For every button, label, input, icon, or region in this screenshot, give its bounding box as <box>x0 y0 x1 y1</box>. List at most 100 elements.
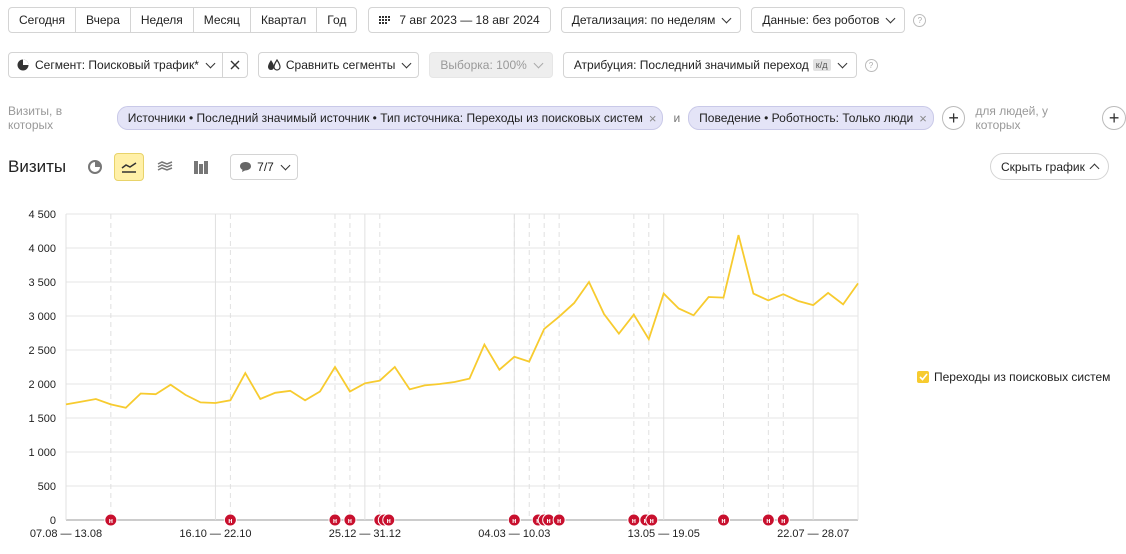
svg-text:н: н <box>557 518 561 525</box>
y-tick-label: 3 000 <box>28 311 56 323</box>
chevron-down-icon <box>837 58 847 68</box>
filter-chip-label: Поведение • Роботность: Только люди <box>699 111 914 125</box>
hide-chart-button[interactable]: Скрыть график <box>990 153 1109 180</box>
period-quarter-button[interactable]: Квартал <box>249 7 318 33</box>
detail-label: Детализация: по неделям <box>571 13 716 27</box>
svg-text:н: н <box>766 518 770 525</box>
svg-text:н: н <box>721 518 725 525</box>
y-tick-label: 2 000 <box>28 379 56 391</box>
note-marker[interactable]: н <box>717 513 731 527</box>
note-marker[interactable]: н <box>343 513 357 527</box>
svg-text:н: н <box>632 518 636 525</box>
add-filter-button[interactable]: + <box>941 106 966 130</box>
segment-label: Сегмент: Поисковый трафик* <box>35 58 199 72</box>
x-tick-label: 16.10 — 22.10 <box>179 528 251 540</box>
segment-group: Сегмент: Поисковый трафик* <box>8 52 248 78</box>
help-icon[interactable]: ? <box>864 58 878 72</box>
x-tick-label: 22.07 — 28.07 <box>777 528 849 540</box>
pie-icon <box>17 59 29 71</box>
filter-chip-source[interactable]: Источники • Последний значимый источник … <box>116 106 664 130</box>
date-range-button[interactable]: 7 авг 2023 — 18 авг 2024 <box>368 7 551 33</box>
segment-clear-button[interactable] <box>221 52 248 78</box>
period-today-button[interactable]: Сегодня <box>8 7 76 33</box>
svg-text:н: н <box>536 518 540 525</box>
filter-chip-label: Источники • Последний значимый источник … <box>127 111 643 125</box>
attribution-label: Атрибуция: Последний значимый переход <box>573 58 809 72</box>
data-label: Данные: без роботов <box>762 13 880 27</box>
chevron-down-icon <box>533 58 544 68</box>
close-icon[interactable]: × <box>919 111 927 126</box>
comments-count: 7/7 <box>257 160 274 174</box>
x-tick-label: 04.03 — 10.03 <box>478 528 550 540</box>
date-range-label: 7 авг 2023 — 18 авг 2024 <box>399 13 540 27</box>
chevron-up-icon <box>1089 163 1100 173</box>
legend-item[interactable]: Переходы из поисковых систем <box>917 370 1110 384</box>
visits-line-chart: 0 500 1 000 1 500 2 000 2 500 3 000 3 500 4 000 4… <box>28 209 859 540</box>
data-select[interactable]: Данные: без роботов <box>751 7 906 33</box>
svg-text:н: н <box>512 518 516 525</box>
svg-text:н: н <box>387 518 391 525</box>
note-marker[interactable]: н <box>507 513 521 527</box>
svg-text:н: н <box>542 518 546 525</box>
note-marker[interactable]: н <box>537 513 551 527</box>
close-icon[interactable]: × <box>649 111 657 126</box>
area-chart-button[interactable] <box>150 153 180 181</box>
note-marker[interactable]: н <box>645 513 659 527</box>
segment-select[interactable]: Сегмент: Поисковый трафик* <box>8 52 223 78</box>
pie-chart-button[interactable] <box>80 153 110 181</box>
svg-text:н: н <box>382 518 386 525</box>
checkbox-icon[interactable] <box>917 371 929 383</box>
plus-icon: + <box>1108 107 1120 128</box>
filter-chip-robots[interactable]: Поведение • Роботность: Только люди × <box>688 106 934 130</box>
y-tick-label: 4 000 <box>28 243 56 255</box>
add-people-filter-button[interactable]: + <box>1102 106 1126 130</box>
note-marker[interactable]: н <box>552 513 566 527</box>
y-tick-label: 1 500 <box>28 413 56 425</box>
bar-chart-button[interactable] <box>186 153 216 181</box>
help-icon[interactable]: ? <box>913 13 927 27</box>
x-tick-label: 13.05 — 19.05 <box>628 528 700 540</box>
y-tick-label: 3 500 <box>28 277 56 289</box>
note-marker[interactable]: н <box>104 513 118 527</box>
svg-text:н: н <box>109 518 113 525</box>
attribution-select[interactable]: Атрибуция: Последний значимый переход к/… <box>562 52 857 78</box>
line-chart-icon <box>121 161 137 173</box>
chevron-down-icon <box>885 13 896 23</box>
x-tick-label: 07.08 — 13.08 <box>30 528 102 540</box>
note-marker[interactable]: н <box>328 513 342 527</box>
hide-chart-label: Скрыть график <box>1001 159 1085 174</box>
y-tick-label: 500 <box>38 481 56 493</box>
note-marker[interactable]: н <box>373 513 387 527</box>
note-marker[interactable]: н <box>776 513 790 527</box>
note-marker[interactable]: н <box>761 513 775 527</box>
svg-text:н: н <box>547 518 551 525</box>
period-month-button[interactable]: Месяц <box>192 7 251 33</box>
sample-select: Выборка: 100% <box>429 52 553 78</box>
line-chart-button[interactable] <box>114 153 145 181</box>
period-year-button[interactable]: Год <box>316 7 358 33</box>
compare-segments-button[interactable]: Сравнить сегменты <box>257 52 420 78</box>
note-marker[interactable]: н <box>382 513 396 527</box>
svg-text:н: н <box>348 518 352 525</box>
note-marker[interactable]: н <box>627 513 641 527</box>
x-tick-label: 25.12 — 31.12 <box>329 528 401 540</box>
plus-icon: + <box>948 107 959 128</box>
note-marker[interactable]: н <box>223 513 237 527</box>
filter-prefix: Визиты, в которых <box>8 104 63 132</box>
period-week-button[interactable]: Неделя <box>129 7 194 33</box>
filter-and: и <box>673 111 681 125</box>
note-marker[interactable]: н <box>531 513 545 527</box>
note-marker[interactable]: н <box>377 513 391 527</box>
note-marker[interactable]: н <box>542 513 556 527</box>
period-yesterday-button[interactable]: Вчера <box>75 7 131 33</box>
compare-label: Сравнить сегменты <box>285 58 396 72</box>
pie-chart-icon <box>88 160 103 174</box>
comment-icon <box>239 161 252 173</box>
note-marker[interactable]: н <box>639 513 653 527</box>
detail-select[interactable]: Детализация: по неделям <box>560 7 742 33</box>
comments-button[interactable]: 7/7 <box>230 154 298 180</box>
svg-text:н: н <box>333 518 337 525</box>
svg-text:н: н <box>781 518 785 525</box>
sample-label: Выборка: 100% <box>440 58 527 72</box>
attribution-badge: к/д <box>812 59 831 71</box>
